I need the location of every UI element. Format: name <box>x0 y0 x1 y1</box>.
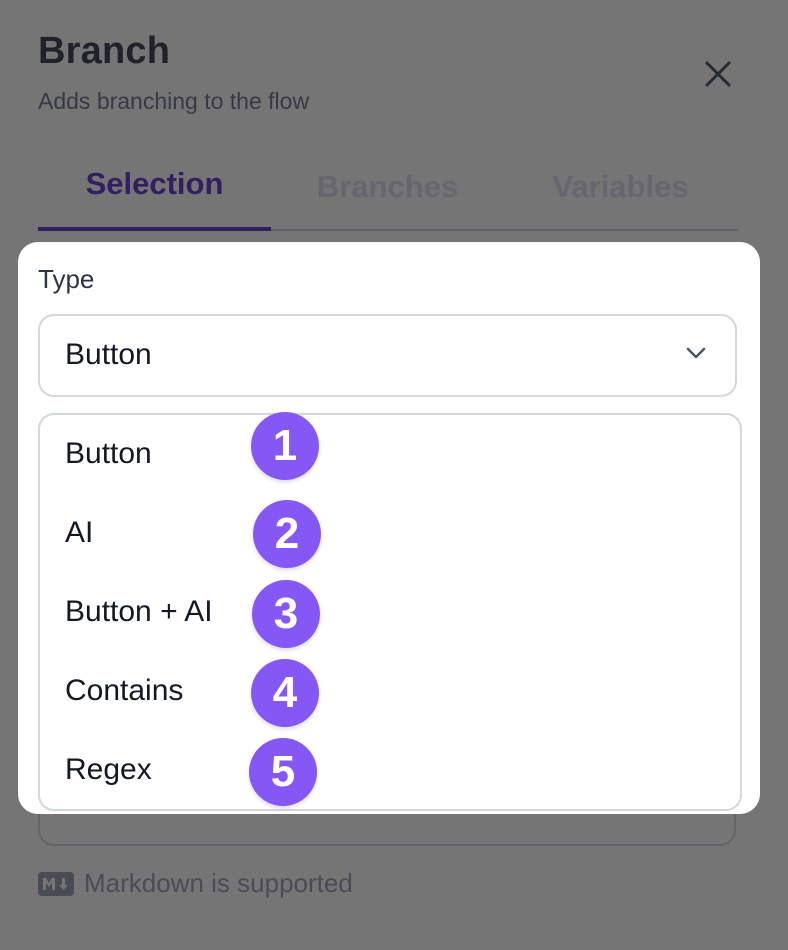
marker-badge-1: 1 <box>251 412 319 480</box>
tab-branches[interactable]: Branches <box>271 169 504 205</box>
option-label: Button <box>65 437 152 470</box>
option-label: Regex <box>65 753 152 786</box>
tab-variables[interactable]: Variables <box>504 169 737 205</box>
option-label: Contains <box>65 674 184 707</box>
type-select-value: Button <box>65 338 152 371</box>
type-dropdown-menu: Button AI Button + AI Contains Regex <box>38 413 742 811</box>
panel-subtitle: Adds branching to the flow <box>38 88 310 114</box>
markdown-icon <box>38 871 74 896</box>
close-icon <box>705 61 731 87</box>
markdown-note-text: Markdown is supported <box>84 868 353 898</box>
dropdown-option-button-ai[interactable]: Button + AI <box>40 573 740 652</box>
close-button[interactable] <box>700 56 736 92</box>
markdown-note: Markdown is supported <box>38 868 353 899</box>
tab-bar: Selection Branches Variables <box>38 150 738 231</box>
active-tab-indicator <box>38 227 271 231</box>
dropdown-option-button[interactable]: Button <box>40 415 740 494</box>
tab-selection[interactable]: Selection <box>38 166 271 202</box>
dropdown-option-ai[interactable]: AI <box>40 494 740 573</box>
marker-badge-3: 3 <box>252 580 320 648</box>
option-label: AI <box>65 516 94 549</box>
chevron-down-icon <box>686 347 706 359</box>
type-selection-card: Type Button Button AI Button + AI Contai… <box>18 242 760 814</box>
dropdown-option-regex[interactable]: Regex <box>40 731 740 810</box>
marker-badge-2: 2 <box>253 500 321 568</box>
option-label: Button + AI <box>65 595 213 628</box>
dropdown-option-contains[interactable]: Contains <box>40 652 740 731</box>
marker-badge-4: 4 <box>251 659 319 727</box>
marker-badge-5: 5 <box>249 738 317 806</box>
type-select[interactable]: Button <box>38 314 737 397</box>
type-label: Type <box>38 264 95 294</box>
panel-title: Branch <box>38 30 171 72</box>
